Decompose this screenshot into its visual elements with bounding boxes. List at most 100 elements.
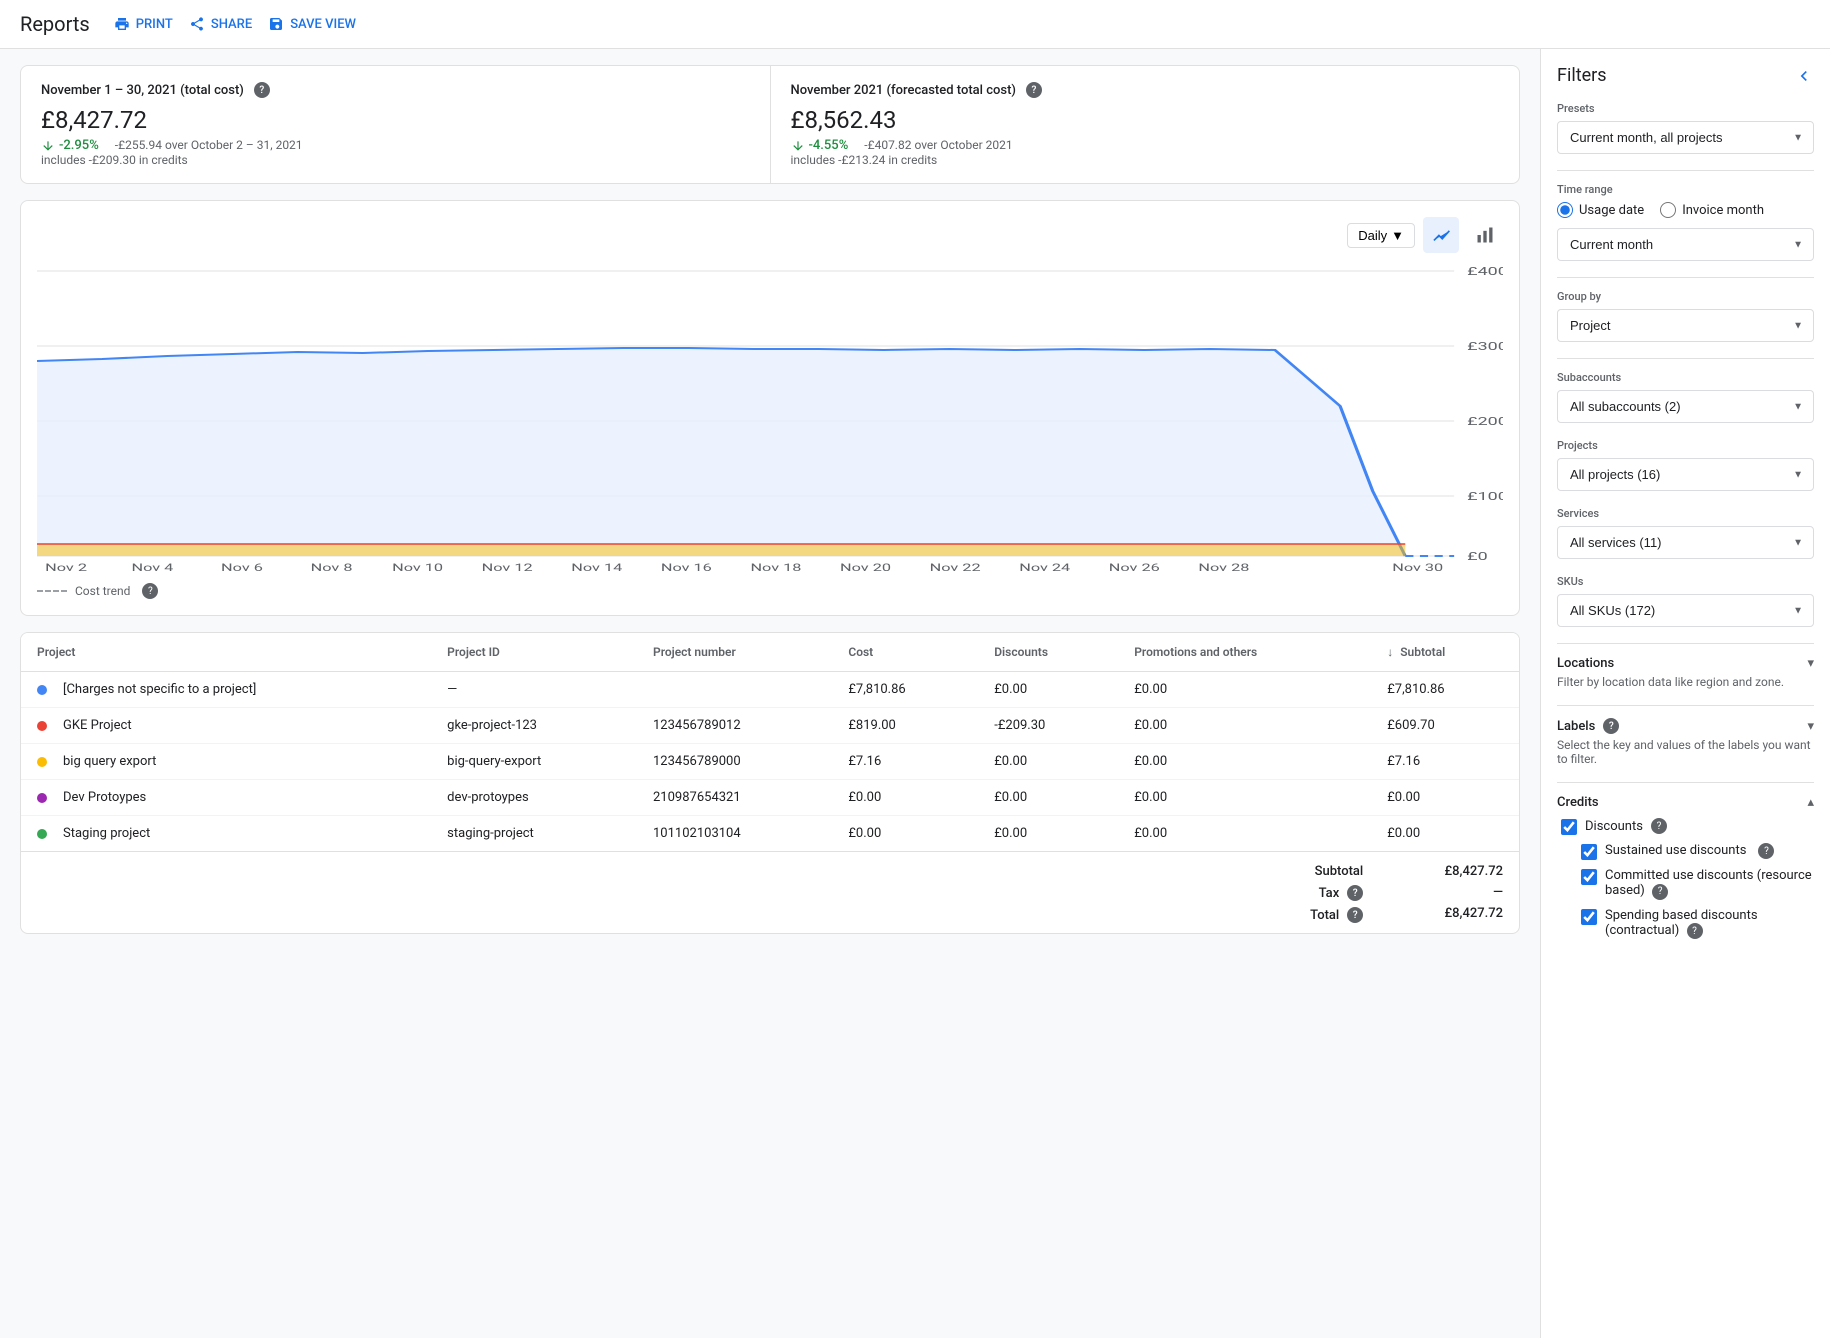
- presets-select[interactable]: Current month, all projects: [1558, 122, 1813, 153]
- row-promotions-3: £0.00: [1118, 780, 1371, 816]
- row-promotions-1: £0.00: [1118, 708, 1371, 744]
- sustained-checkbox-item: Sustained use discounts ?: [1581, 843, 1814, 860]
- line-chart-button[interactable]: [1423, 217, 1459, 253]
- labels-help-icon[interactable]: ?: [1603, 718, 1619, 734]
- subaccounts-select[interactable]: All subaccounts (2): [1558, 391, 1813, 422]
- summary-actual-help-icon[interactable]: ?: [254, 82, 270, 98]
- time-period-select-wrap[interactable]: Current month: [1557, 228, 1814, 261]
- col-project: Project: [21, 633, 431, 672]
- group-by-select[interactable]: Project: [1558, 310, 1813, 341]
- locations-chevron-icon[interactable]: ▾: [1807, 656, 1814, 671]
- row-discounts-2: £0.00: [978, 744, 1118, 780]
- row-project-num-2: 123456789000: [637, 744, 832, 780]
- row-project-1: GKE Project: [21, 708, 431, 744]
- svg-text:Nov 2: Nov 2: [45, 562, 87, 571]
- table-row: big query export big-query-export 123456…: [21, 744, 1519, 780]
- row-subtotal-1: £609.70: [1371, 708, 1519, 744]
- svg-text:Nov 26: Nov 26: [1109, 562, 1160, 571]
- svg-text:£100: £100: [1467, 490, 1503, 503]
- svg-text:Nov 24: Nov 24: [1019, 562, 1070, 571]
- svg-text:Nov 8: Nov 8: [311, 562, 353, 571]
- subtotal-value: £8,427.72: [1387, 864, 1503, 879]
- total-help-icon[interactable]: ?: [1347, 907, 1363, 923]
- projects-select[interactable]: All projects (16): [1558, 459, 1813, 490]
- presets-label: Presets: [1557, 102, 1814, 115]
- sort-down-icon[interactable]: ↓: [1387, 645, 1393, 659]
- discounts-help-icon[interactable]: ?: [1651, 818, 1667, 834]
- svg-text:Nov 12: Nov 12: [482, 562, 533, 571]
- usage-date-radio[interactable]: [1557, 202, 1573, 218]
- sustained-help-icon[interactable]: ?: [1758, 843, 1774, 859]
- sustained-checkbox[interactable]: [1581, 844, 1597, 860]
- share-label: SHARE: [211, 17, 252, 32]
- chart-legend: Cost trend ?: [37, 583, 1503, 599]
- filters-panel: Filters Presets Current month, all proje…: [1540, 49, 1830, 1338]
- tax-value: —: [1387, 885, 1503, 900]
- labels-desc: Select the key and values of the labels …: [1557, 738, 1814, 766]
- subaccounts-label: Subaccounts: [1557, 371, 1814, 384]
- svg-text:Nov 18: Nov 18: [750, 562, 801, 571]
- row-project-id-1: gke-project-123: [431, 708, 637, 744]
- arrow-down-icon: [41, 139, 55, 153]
- projects-section: Projects All projects (16): [1557, 439, 1814, 491]
- discounts-sub-items: Sustained use discounts ? Committed use …: [1557, 843, 1814, 939]
- spending-checkbox[interactable]: [1581, 909, 1597, 925]
- spending-help-icon[interactable]: ?: [1687, 923, 1703, 939]
- row-subtotal-2: £7.16: [1371, 744, 1519, 780]
- col-project-number: Project number: [637, 633, 832, 672]
- group-by-section: Group by Project: [1557, 290, 1814, 342]
- spending-label: Spending based discounts (contractual): [1605, 908, 1758, 938]
- labels-chevron-icon[interactable]: ▾: [1807, 719, 1814, 734]
- cost-trend-dash: [37, 590, 67, 592]
- row-project-id-3: dev-protoypes: [431, 780, 637, 816]
- group-by-select-wrap[interactable]: Project: [1557, 309, 1814, 342]
- summary-forecast-period: -£407.82 over October 2021: [864, 138, 1012, 152]
- cost-trend-help-icon[interactable]: ?: [142, 583, 158, 599]
- row-project-id-4: staging-project: [431, 816, 637, 852]
- committed-help-icon[interactable]: ?: [1652, 884, 1668, 900]
- time-period-select[interactable]: Current month: [1558, 229, 1813, 260]
- col-subtotal: ↓ Subtotal: [1371, 633, 1519, 672]
- project-dot-4: [37, 829, 47, 839]
- summary-forecast-help-icon[interactable]: ?: [1026, 82, 1042, 98]
- row-promotions-0: £0.00: [1118, 672, 1371, 708]
- subaccounts-select-wrap[interactable]: All subaccounts (2): [1557, 390, 1814, 423]
- save-view-label: SAVE VIEW: [290, 17, 356, 32]
- bar-chart-button[interactable]: [1467, 217, 1503, 253]
- skus-select[interactable]: All SKUs (172): [1558, 595, 1813, 626]
- usage-date-label: Usage date: [1579, 203, 1644, 218]
- share-button[interactable]: SHARE: [189, 16, 252, 32]
- summary-actual-title: November 1 – 30, 2021 (total cost): [41, 83, 244, 98]
- presets-select-wrap[interactable]: Current month, all projects: [1557, 121, 1814, 154]
- col-cost: Cost: [832, 633, 978, 672]
- invoice-month-option[interactable]: Invoice month: [1660, 202, 1764, 218]
- share-icon: [189, 16, 205, 32]
- row-cost-2: £7.16: [832, 744, 978, 780]
- skus-select-wrap[interactable]: All SKUs (172): [1557, 594, 1814, 627]
- chart-container: Daily ▼: [20, 200, 1520, 616]
- total-label: Total: [1310, 908, 1339, 923]
- services-select[interactable]: All services (11): [1558, 527, 1813, 558]
- cost-trend-label: Cost trend: [75, 584, 130, 598]
- invoice-month-radio[interactable]: [1660, 202, 1676, 218]
- discounts-checkbox[interactable]: [1561, 819, 1577, 835]
- discounts-checkbox-item: Discounts ?: [1557, 818, 1814, 835]
- skus-label: SKUs: [1557, 575, 1814, 588]
- svg-text:Nov 20: Nov 20: [840, 562, 891, 571]
- services-select-wrap[interactable]: All services (11): [1557, 526, 1814, 559]
- row-cost-4: £0.00: [832, 816, 978, 852]
- row-cost-1: £819.00: [832, 708, 978, 744]
- summary-actual-amount: £8,427.72: [41, 106, 750, 134]
- row-cost-3: £0.00: [832, 780, 978, 816]
- print-button[interactable]: PRINT: [114, 16, 173, 32]
- credits-chevron-up-icon[interactable]: ▴: [1807, 795, 1814, 810]
- filters-expand-icon[interactable]: [1794, 66, 1814, 86]
- tax-help-icon[interactable]: ?: [1347, 885, 1363, 901]
- committed-checkbox[interactable]: [1581, 869, 1597, 885]
- daily-freq-label: Daily: [1358, 228, 1387, 243]
- daily-freq-button[interactable]: Daily ▼: [1347, 223, 1415, 248]
- save-view-button[interactable]: SAVE VIEW: [268, 16, 356, 32]
- projects-select-wrap[interactable]: All projects (16): [1557, 458, 1814, 491]
- svg-text:Nov 22: Nov 22: [930, 562, 981, 571]
- usage-date-option[interactable]: Usage date: [1557, 202, 1644, 218]
